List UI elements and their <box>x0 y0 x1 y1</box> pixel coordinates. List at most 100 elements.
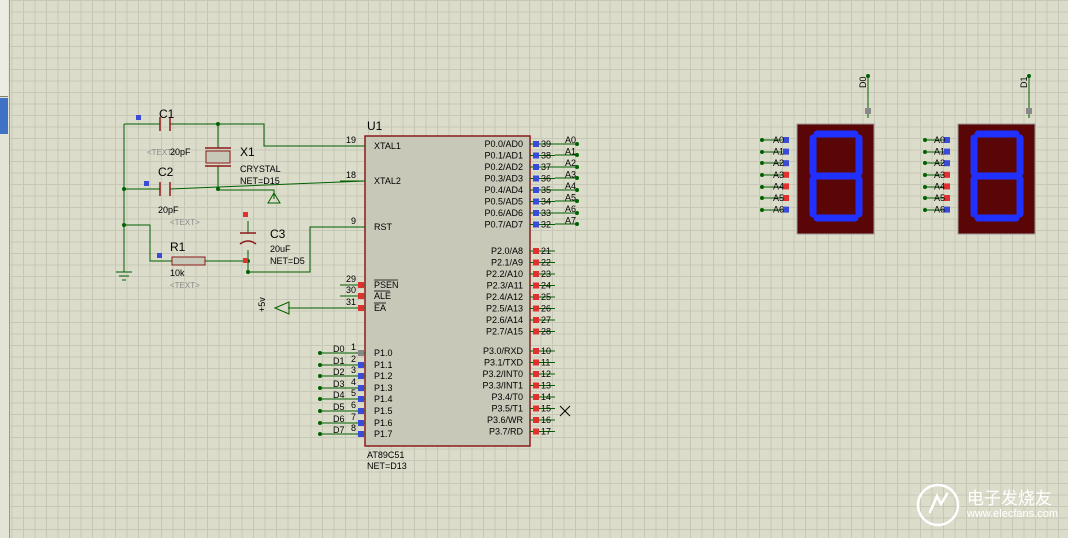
pin-number: 11 <box>541 358 550 368</box>
pin-p3-7-rd[interactable]: 17 P3.7/RD <box>489 427 555 437</box>
pin-number: 37 <box>541 162 551 172</box>
u1-net: NET=D13 <box>367 461 407 471</box>
pin-name: P3.6/WR <box>487 415 524 425</box>
pin-p2-5-a13[interactable]: 26 P2.5/A13 <box>486 304 555 314</box>
net-label: A3 <box>565 170 576 180</box>
pin-name: P3.1/TXD <box>484 358 524 368</box>
pin-p2-0-a8[interactable]: 21 P2.0/A8 <box>491 246 555 256</box>
pin-number: 8 <box>351 423 356 433</box>
pin-name: P2.0/A8 <box>491 246 523 256</box>
pin-marker <box>533 305 539 312</box>
net-label: D6 <box>333 414 345 424</box>
pin-p3-1-txd[interactable]: 11 P3.1/TXD <box>484 358 555 368</box>
junction-dots <box>122 74 1031 436</box>
pin-name: XTAL2 <box>374 176 401 186</box>
pin-marker <box>533 359 539 366</box>
pin-name: P2.5/A13 <box>486 304 523 314</box>
pin-name: P0.0/AD0 <box>484 139 523 149</box>
pin-marker <box>144 181 149 186</box>
pin-number: 30 <box>346 285 356 295</box>
pin-p3-3-int1[interactable]: 13 P3.3/INT1 <box>482 381 555 391</box>
pin-name: P1.2 <box>374 371 393 381</box>
pin-number: 7 <box>351 412 356 422</box>
pin-p2-2-a10[interactable]: 23 P2.2/A10 <box>486 269 555 279</box>
pin-name: P1.3 <box>374 383 393 393</box>
common-net-label: D0 <box>858 76 868 88</box>
c3-ref: C3 <box>270 227 286 241</box>
crystal-x1[interactable]: X1 CRYSTAL NET=D15 <box>205 145 281 186</box>
seven-segment-displays: D0A0A1A2A3A4A5A6D1A0A1A2A3A4A5A6 <box>773 76 1036 235</box>
pin-marker <box>533 394 539 400</box>
pin-marker <box>358 431 364 437</box>
segment-input-label: A0 <box>934 135 945 145</box>
resistor-r1[interactable]: R1 10k <TEXT> <box>157 240 248 290</box>
pin-number: 2 <box>351 354 356 364</box>
pin-p3-6-wr[interactable]: 16 P3.6/WR <box>487 415 555 425</box>
pin-number: 25 <box>541 292 551 302</box>
pin-marker <box>533 428 539 435</box>
pin-p2-6-a14[interactable]: 27 P2.6/A14 <box>486 315 555 325</box>
pin-name: EA <box>374 303 386 313</box>
pin-name: P3.7/RD <box>489 427 524 437</box>
capacitor-c2[interactable]: C2 20pF <TEXT> <box>144 165 200 227</box>
pin-p2-3-a11[interactable]: 24 P2.3/A11 <box>487 281 555 291</box>
pin-marker <box>533 175 539 182</box>
pin-name: P2.4/A12 <box>486 292 523 302</box>
pin-marker <box>533 187 539 193</box>
net-label: A7 <box>565 216 576 226</box>
pin-marker <box>865 108 871 114</box>
pin-marker <box>533 317 539 323</box>
power-terminal-5v[interactable]: +5v <box>257 297 290 315</box>
pin-number: 33 <box>541 208 551 218</box>
pin-marker <box>533 198 539 205</box>
watermark-text: 电子发烧友 <box>966 489 1052 509</box>
r1-value: 10k <box>170 268 185 278</box>
pin-p2-7-a15[interactable]: 28 P2.7/A15 <box>486 327 555 337</box>
c2-ref: C2 <box>158 165 174 179</box>
pin-number: 14 <box>541 392 551 402</box>
pin-name: P3.2/INT0 <box>482 369 523 379</box>
pin-marker <box>533 210 539 216</box>
pin-number: 31 <box>346 297 356 307</box>
pin-marker <box>243 212 248 217</box>
pin-p2-1-a9[interactable]: 22 P2.1/A9 <box>491 258 555 268</box>
capacitor-c1[interactable]: C1 <TEXT> 20pF <box>136 107 191 157</box>
pin-p2-4-a12[interactable]: 25 P2.4/A12 <box>486 292 555 302</box>
pin-name: P1.6 <box>374 418 393 428</box>
segment-input-label: A5 <box>934 193 945 203</box>
pin-number: 29 <box>346 274 356 284</box>
net-label: D5 <box>333 402 345 412</box>
schematic-canvas[interactable]: C1 <TEXT> 20pF X1 CRYSTAL NET=D15 C2 20p… <box>0 0 1068 538</box>
segment-input-label: A0 <box>773 135 784 145</box>
pin-name: P0.5/AD5 <box>484 197 523 207</box>
no-connect-marker <box>559 405 571 417</box>
seven-segment-display-d1[interactable]: D1 A0 A1A2 A3A4 A5 A6 <box>934 76 1036 235</box>
pin-number: 22 <box>541 258 551 268</box>
pin-marker <box>358 408 364 414</box>
pin-p3-2-int0[interactable]: 12 P3.2/INT0 <box>482 369 555 379</box>
pin-marker <box>358 362 364 368</box>
pin-number: 28 <box>541 327 551 337</box>
pin-name: P1.7 <box>374 429 393 439</box>
pin-name: P3.3/INT1 <box>482 381 523 391</box>
seven-segment-display-d0[interactable]: D0 A0 A1A2 A3A4 A5 A6 <box>773 76 875 235</box>
pin-name: P0.6/AD6 <box>484 208 523 218</box>
pin-name: XTAL1 <box>374 141 401 151</box>
segment-input-label: A6 <box>773 205 784 215</box>
pin-name: P3.4/T0 <box>491 392 523 402</box>
pin-p3-0-rxd[interactable]: 10 P3.0/RXD <box>483 346 555 356</box>
pin-marker <box>358 420 364 426</box>
segment-input-label: A2 <box>934 158 945 168</box>
net-label: D0 <box>333 344 345 354</box>
net-label: D7 <box>333 425 345 435</box>
capacitor-c3[interactable]: C3 20uF NET=D5 <box>239 212 305 266</box>
ground-symbol <box>116 271 132 281</box>
pin-marker <box>243 258 248 263</box>
pin-marker <box>358 373 364 379</box>
c3-net: NET=D5 <box>270 256 305 266</box>
net-label: D2 <box>333 367 345 377</box>
segment-input-label: A3 <box>773 170 784 180</box>
pin-marker <box>533 248 539 254</box>
pin-name: P0.3/AD3 <box>484 174 523 184</box>
mcu-u1[interactable]: U1 AT89C51 NET=D13 19XTAL118XTAL29RST29P… <box>333 119 576 471</box>
